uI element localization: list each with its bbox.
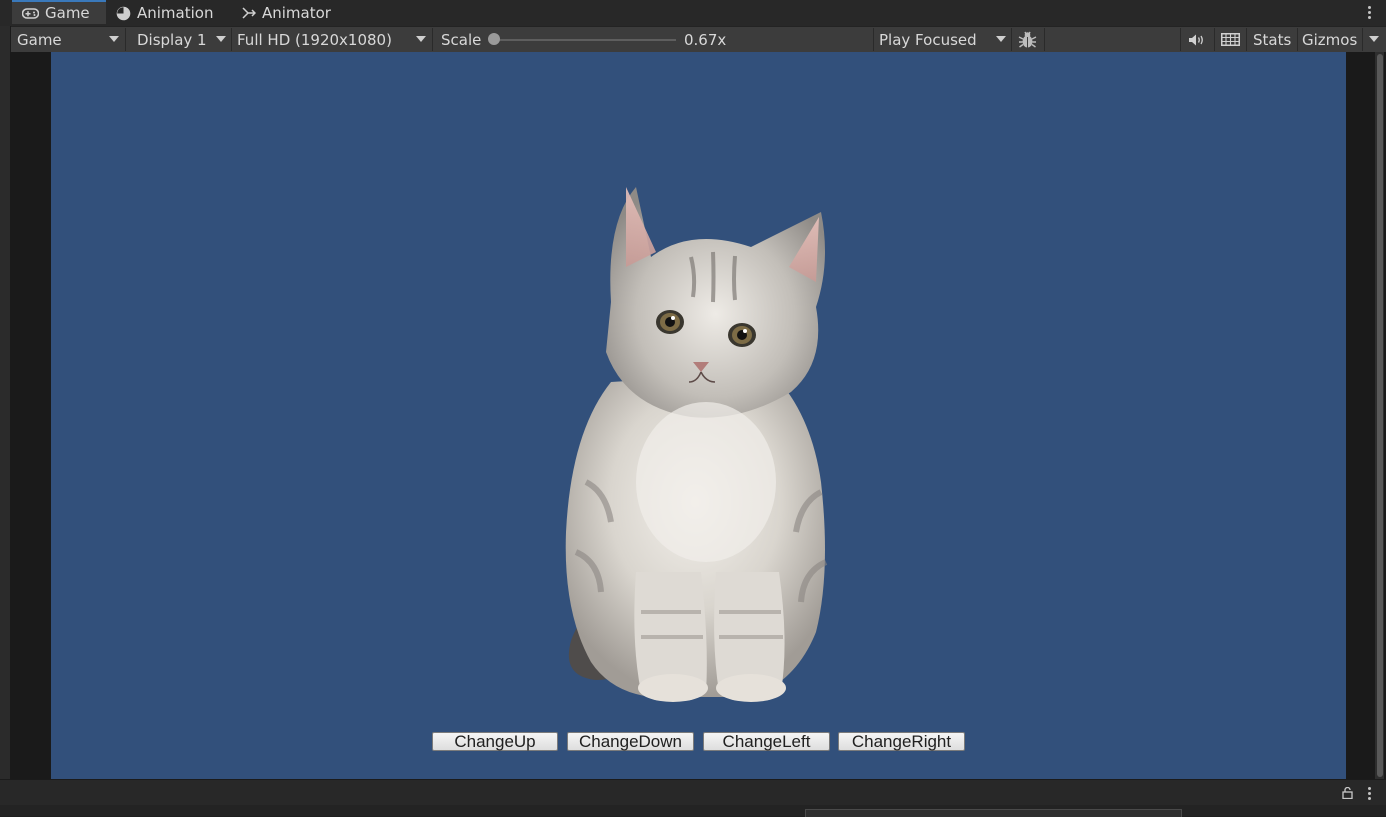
toolbar-divider xyxy=(1180,28,1181,51)
game-viewport[interactable]: ChangeUp ChangeDown ChangeLeft ChangeRig… xyxy=(51,52,1346,779)
change-down-button[interactable]: ChangeDown xyxy=(567,732,694,751)
stats-label: Stats xyxy=(1253,30,1292,49)
change-left-label: ChangeLeft xyxy=(722,732,811,751)
status-bar xyxy=(0,779,1386,806)
stats-button[interactable]: Stats xyxy=(1253,27,1291,52)
play-mode-chevron-down-icon xyxy=(996,36,1006,42)
clock-icon xyxy=(116,6,131,21)
view-mode-value: Game xyxy=(17,30,62,49)
gamepad-icon xyxy=(22,7,39,19)
toolbar-divider xyxy=(1044,28,1045,51)
tab-menu-icon[interactable] xyxy=(1367,6,1371,19)
play-mode-dropdown[interactable]: Play Focused xyxy=(879,27,977,52)
scale-value-text: 0.67x xyxy=(684,30,727,49)
display-value: Display 1 xyxy=(137,30,207,49)
toolbar-divider xyxy=(1362,28,1363,51)
animator-icon xyxy=(242,7,256,19)
display-chevron-down-icon xyxy=(216,36,226,42)
view-mode-chevron-down-icon xyxy=(109,36,119,42)
toolbar-divider xyxy=(1011,28,1012,51)
view-mode-dropdown[interactable]: Game xyxy=(17,27,62,52)
kitten-sprite xyxy=(565,187,828,702)
scale-label-text: Scale xyxy=(441,30,482,49)
change-right-label: ChangeRight xyxy=(851,732,952,751)
scale-label: Scale xyxy=(441,27,481,52)
toolbar-divider xyxy=(1297,28,1298,51)
debug-bug-icon[interactable] xyxy=(1018,27,1037,52)
play-mode-value: Play Focused xyxy=(879,30,977,49)
lock-icon[interactable] xyxy=(1342,786,1353,803)
scale-slider-track[interactable] xyxy=(494,39,676,41)
tab-animation-label: Animation xyxy=(137,4,214,22)
editor-tab-bar: Game Animation Animator xyxy=(0,0,1386,26)
display-dropdown[interactable]: Display 1 xyxy=(137,27,207,52)
gizmos-label: Gizmos xyxy=(1302,30,1358,49)
resolution-chevron-down-icon xyxy=(416,36,426,42)
tab-game[interactable]: Game xyxy=(12,0,106,24)
audio-mute-icon[interactable] xyxy=(1188,27,1206,52)
tab-animator-label: Animator xyxy=(262,4,331,22)
gizmos-chevron-down-icon[interactable] xyxy=(1369,36,1379,42)
change-left-button[interactable]: ChangeLeft xyxy=(703,732,830,751)
toolbar-divider xyxy=(873,28,874,51)
toolbar-divider xyxy=(1246,28,1247,51)
status-menu-icon[interactable] xyxy=(1367,787,1371,800)
change-up-label: ChangeUp xyxy=(454,732,536,751)
gizmos-button[interactable]: Gizmos xyxy=(1302,27,1357,52)
toolbar-divider xyxy=(1214,28,1215,51)
toolbar-divider xyxy=(231,28,232,51)
tab-animator[interactable]: Animator xyxy=(242,0,331,26)
change-up-button[interactable]: ChangeUp xyxy=(432,732,558,751)
vertical-scrollbar-thumb[interactable] xyxy=(1377,54,1383,777)
game-view-toolbar: Game Display 1 Full HD (1920x1080) Scale… xyxy=(0,26,1386,53)
tab-game-label: Game xyxy=(45,4,90,22)
scale-value: 0.67x xyxy=(684,27,726,52)
bottom-edge xyxy=(0,805,1386,817)
change-down-label: ChangeDown xyxy=(578,732,682,751)
scale-slider-thumb[interactable] xyxy=(488,33,500,45)
resolution-value: Full HD (1920x1080) xyxy=(237,30,392,49)
toolbar-divider xyxy=(125,28,126,51)
grid-keyboard-icon[interactable] xyxy=(1221,27,1240,52)
change-right-button[interactable]: ChangeRight xyxy=(838,732,965,751)
toolbar-divider xyxy=(432,28,433,51)
tab-animation[interactable]: Animation xyxy=(116,0,213,26)
resolution-dropdown[interactable]: Full HD (1920x1080) xyxy=(237,27,392,52)
